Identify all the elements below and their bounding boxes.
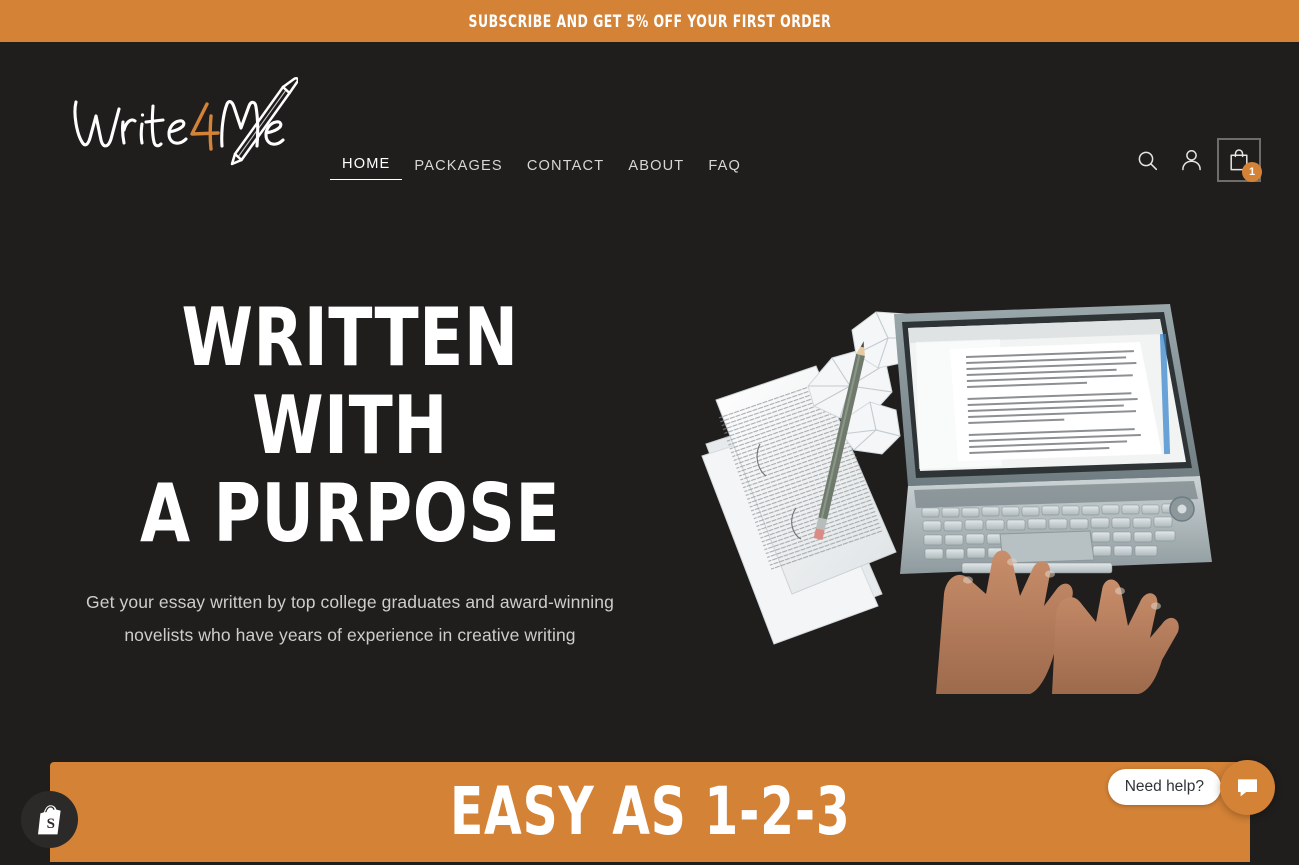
site-header: HOME PACKAGES CONTACT ABOUT FAQ 1 <box>0 42 1299 204</box>
nav-item-home[interactable]: HOME <box>330 152 403 180</box>
hero-section: WRITTEN WITH A PURPOSE Get your essay wr… <box>0 204 1299 750</box>
header-actions: 1 <box>1125 138 1262 182</box>
svg-text:S: S <box>46 816 54 832</box>
cart-button[interactable]: 1 <box>1217 138 1262 182</box>
cart-count-badge: 1 <box>1242 162 1262 182</box>
shopify-bag-icon: S <box>37 805 61 835</box>
hero-title-line-2: A PURPOSE <box>139 467 561 560</box>
primary-navigation: HOME PACKAGES CONTACT ABOUT FAQ <box>330 152 753 180</box>
account-button[interactable] <box>1169 138 1213 182</box>
user-icon <box>1181 150 1201 171</box>
hero-copy: WRITTEN WITH A PURPOSE Get your essay wr… <box>70 294 630 651</box>
easy-as-band-text: EASY AS 1-2-3 <box>449 772 851 850</box>
chat-bubble-icon <box>1238 779 1257 797</box>
nav-item-contact[interactable]: CONTACT <box>515 154 617 178</box>
announcement-bar[interactable]: SUBSCRIBE AND GET 5% OFF YOUR FIRST ORDE… <box>0 0 1299 42</box>
announcement-text: SUBSCRIBE AND GET 5% OFF YOUR FIRST ORDE… <box>468 11 831 31</box>
easy-as-band: EASY AS 1-2-3 <box>50 762 1250 862</box>
nav-item-about[interactable]: ABOUT <box>616 154 696 178</box>
site-logo[interactable] <box>70 76 298 170</box>
nav-item-faq[interactable]: FAQ <box>696 154 753 178</box>
hero-image <box>700 294 1220 694</box>
chat-launcher-button[interactable] <box>1220 760 1275 815</box>
nav-item-packages[interactable]: PACKAGES <box>402 154 514 178</box>
shopify-badge-button[interactable]: S <box>21 791 78 848</box>
chat-prompt-bubble[interactable]: Need help? <box>1107 769 1221 805</box>
page-root: SUBSCRIBE AND GET 5% OFF YOUR FIRST ORDE… <box>0 0 1299 865</box>
search-button[interactable] <box>1125 138 1169 182</box>
search-icon <box>1138 151 1157 170</box>
hero-title-line-1: WRITTEN WITH <box>181 291 519 472</box>
hero-title: WRITTEN WITH A PURPOSE <box>98 294 602 558</box>
hero-subtitle: Get your essay written by top college gr… <box>86 592 614 645</box>
